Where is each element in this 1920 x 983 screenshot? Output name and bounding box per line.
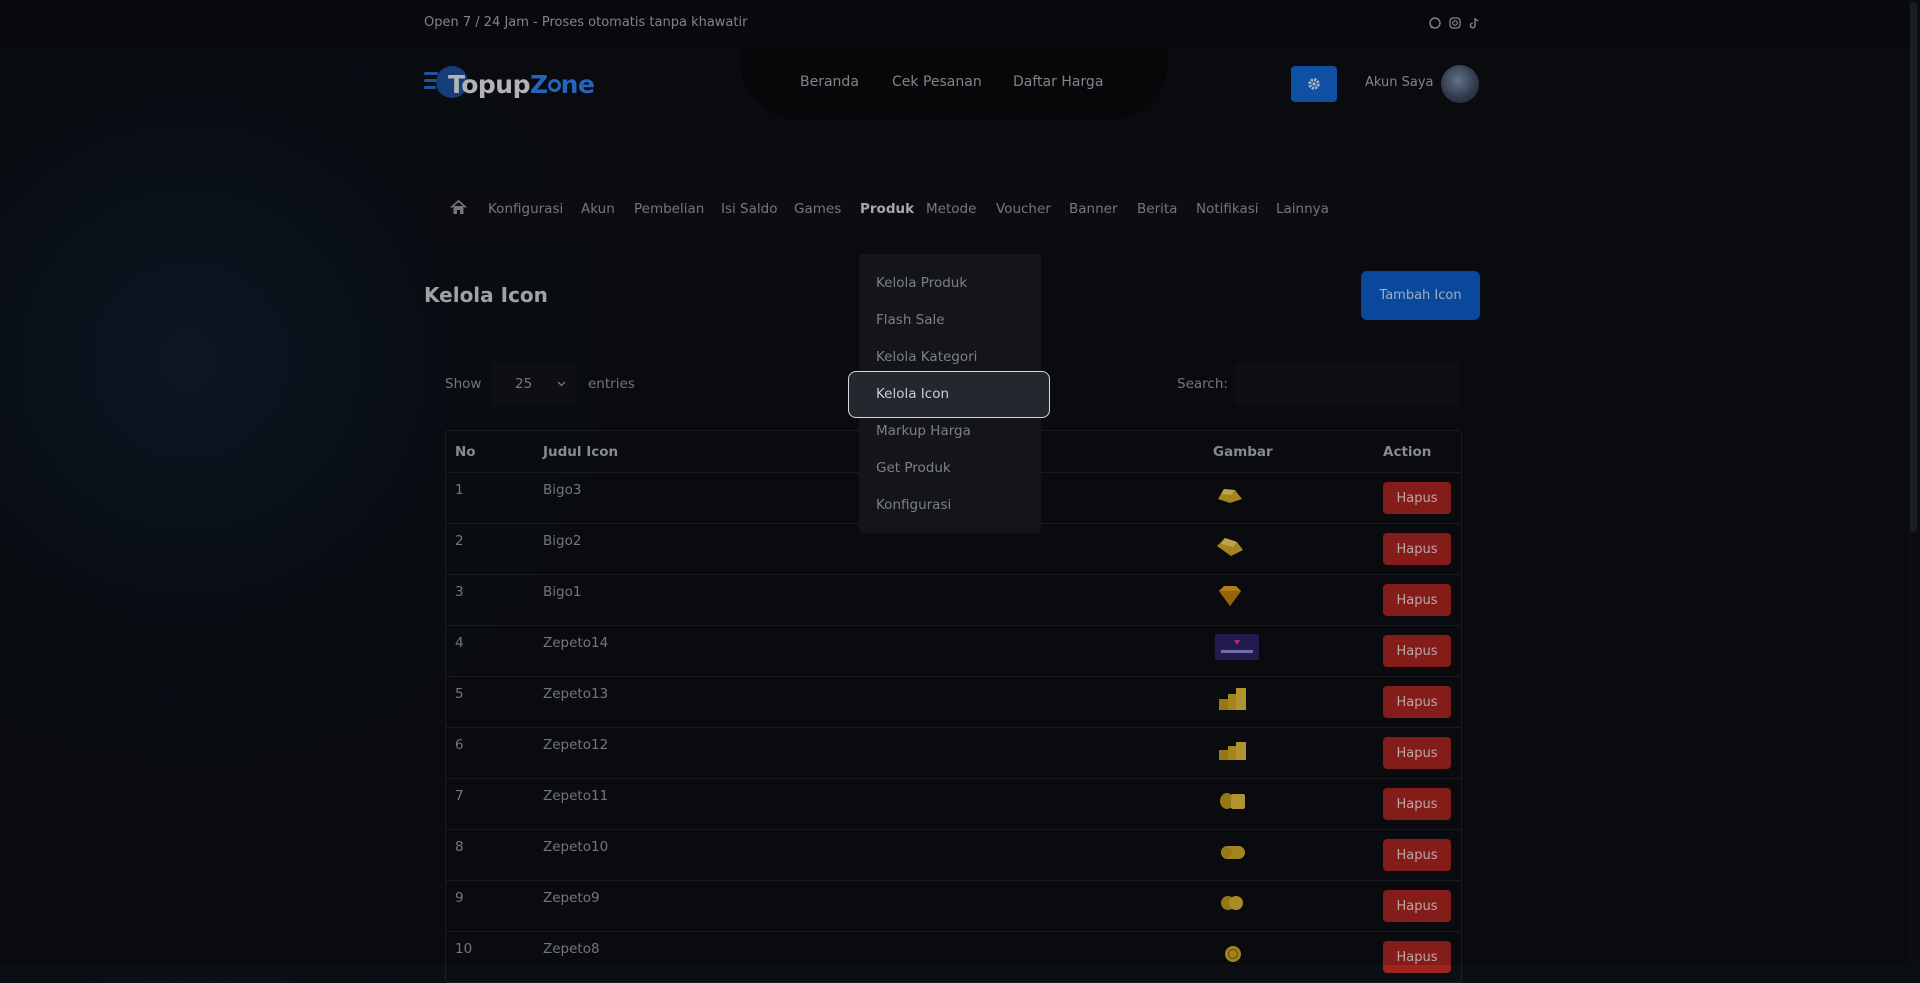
header-no[interactable]: No [446, 431, 543, 473]
whatsapp-icon[interactable] [1429, 17, 1441, 29]
coin-stacks-large-icon [1219, 688, 1246, 710]
menu-produk[interactable]: Produk [860, 201, 914, 217]
row-no: 4 [455, 635, 464, 651]
header-gambar[interactable]: Gambar [1213, 431, 1383, 473]
row-judul: Zepeto12 [543, 737, 609, 753]
table-row: 10 Zepeto8 Hapus [446, 931, 1461, 982]
page-title: Kelola Icon [424, 283, 548, 307]
dropdown-kelola-produk[interactable]: Kelola Produk [876, 275, 967, 291]
delete-button[interactable]: Hapus [1383, 482, 1451, 514]
table-row: 6 Zepeto12 Hapus [446, 727, 1461, 779]
chevron-down-icon [557, 375, 566, 391]
top-info-bar: Open 7 / 24 Jam - Proses otomatis tanpa … [0, 0, 1920, 48]
row-judul: Zepeto14 [543, 635, 609, 651]
add-icon-button[interactable]: Tambah Icon [1361, 271, 1480, 320]
table-row: 9 Zepeto9 Hapus [446, 880, 1461, 932]
row-judul: Zepeto8 [543, 941, 600, 957]
logo-text: TopupZ ne [448, 70, 595, 99]
topbar-text: Open 7 / 24 Jam - Proses otomatis tanpa … [424, 15, 748, 30]
row-no: 5 [455, 686, 464, 702]
coin-double-icon [1221, 896, 1243, 910]
header-action[interactable]: Action [1383, 431, 1461, 473]
settings-button[interactable] [1291, 66, 1337, 102]
row-judul: Bigo2 [543, 533, 582, 549]
table-row: 8 Zepeto10 Hapus [446, 829, 1461, 881]
delete-button[interactable]: Hapus [1383, 584, 1451, 616]
entries-select[interactable]: 25 [491, 362, 575, 406]
table-row: 7 Zepeto11 Hapus [446, 778, 1461, 830]
dropdown-konfigurasi[interactable]: Konfigurasi [876, 497, 951, 513]
search-input[interactable] [1235, 362, 1459, 406]
dropdown-kelola-kategori[interactable]: Kelola Kategori [876, 349, 977, 365]
row-no: 7 [455, 788, 464, 804]
coin-pair-icon [1221, 846, 1245, 859]
row-judul: Zepeto10 [543, 839, 609, 855]
menu-isi-saldo[interactable]: Isi Saldo [721, 201, 777, 217]
row-judul: Zepeto9 [543, 890, 600, 906]
tiktok-icon[interactable] [1468, 17, 1480, 29]
coin-icon [1225, 946, 1241, 962]
delete-button[interactable]: Hapus [1383, 533, 1451, 565]
delete-button[interactable]: Hapus [1383, 686, 1451, 718]
menu-berita[interactable]: Berita [1137, 201, 1177, 217]
nav-cek-pesanan[interactable]: Cek Pesanan [892, 74, 982, 90]
account-label[interactable]: Akun Saya [1365, 75, 1434, 90]
menu-pembelian[interactable]: Pembelian [634, 201, 704, 217]
nav-daftar-harga[interactable]: Daftar Harga [1013, 74, 1103, 90]
dropdown-get-produk[interactable]: Get Produk [876, 460, 951, 476]
row-no: 1 [455, 482, 464, 498]
menu-games[interactable]: Games [794, 201, 841, 217]
home-icon[interactable] [450, 199, 468, 216]
gem-icon [1219, 586, 1241, 606]
row-no: 6 [455, 737, 464, 753]
row-no: 8 [455, 839, 464, 855]
row-judul: Zepeto13 [543, 686, 609, 702]
gold-bars-icon [1217, 538, 1243, 556]
nav-beranda[interactable]: Beranda [800, 74, 859, 90]
row-no: 9 [455, 890, 464, 906]
menu-lainnya[interactable]: Lainnya [1276, 201, 1329, 217]
delete-button[interactable]: Hapus [1383, 788, 1451, 820]
gold-pile-icon [1218, 489, 1242, 503]
coin-stacks-icon [1219, 742, 1246, 760]
menu-konfigurasi[interactable]: Konfigurasi [488, 201, 563, 217]
entries-label: entries [588, 376, 635, 392]
scrollbar-thumb[interactable] [1910, 2, 1917, 532]
row-judul: Bigo1 [543, 584, 582, 600]
delete-button[interactable]: Hapus [1383, 839, 1451, 871]
instagram-icon[interactable] [1449, 17, 1461, 29]
dropdown-flash-sale[interactable]: Flash Sale [876, 312, 945, 328]
table-row: 3 Bigo1 Hapus [446, 574, 1461, 626]
logo-o-icon [547, 79, 561, 92]
delete-button[interactable]: Hapus [1383, 941, 1451, 973]
menu-voucher[interactable]: Voucher [996, 201, 1051, 217]
row-no: 10 [455, 941, 473, 957]
table-row: 4 Zepeto14 Hapus [446, 625, 1461, 677]
coin-stack-icon [1220, 793, 1245, 809]
gear-icon [1308, 78, 1320, 90]
entries-select-value: 25 [515, 376, 533, 392]
dropdown-markup-harga[interactable]: Markup Harga [876, 423, 971, 439]
menu-banner[interactable]: Banner [1069, 201, 1118, 217]
table-row: 5 Zepeto13 Hapus [446, 676, 1461, 728]
menu-akun[interactable]: Akun [581, 201, 615, 217]
delete-button[interactable]: Hapus [1383, 635, 1451, 667]
row-judul: Zepeto11 [543, 788, 609, 804]
delete-button[interactable]: Hapus [1383, 890, 1451, 922]
menu-notifikasi[interactable]: Notifikasi [1196, 201, 1259, 217]
row-no: 2 [455, 533, 464, 549]
dropdown-kelola-icon[interactable]: Kelola Icon [876, 386, 949, 402]
show-label: Show [445, 376, 482, 392]
search-label: Search: [1177, 376, 1228, 392]
menu-metode[interactable]: Metode [926, 201, 976, 217]
zepeto-banner-icon [1215, 634, 1259, 660]
avatar[interactable] [1441, 65, 1479, 103]
delete-button[interactable]: Hapus [1383, 737, 1451, 769]
row-no: 3 [455, 584, 464, 600]
